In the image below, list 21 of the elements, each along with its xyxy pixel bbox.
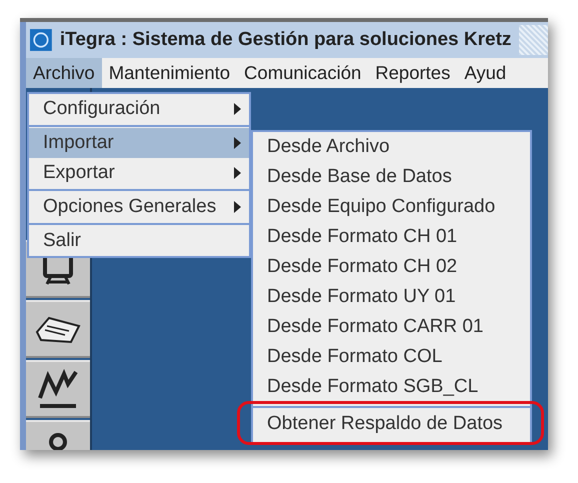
menu-item[interactable]: Desde Formato CARR 01 <box>253 312 530 342</box>
menu-item[interactable]: Desde Base de Datos <box>253 162 530 192</box>
menu[interactable]: Ayud <box>457 58 514 88</box>
menu-item[interactable]: Desde Formato CH 02 <box>253 252 530 282</box>
window-title: iTegra : Sistema de Gestión para soluciones Kretz <box>60 29 512 51</box>
menu-item[interactable]: Desde Archivo <box>253 132 530 162</box>
menu-item[interactable]: Configuración <box>29 94 249 124</box>
menu-item[interactable]: Exportar <box>29 158 249 188</box>
menu-item[interactable]: Desde Formato UY 01 <box>253 282 530 312</box>
menu-item[interactable]: Desde Formato CH 01 <box>253 222 530 252</box>
menu-item[interactable]: Salir <box>29 226 249 256</box>
menu-item[interactable]: Opciones Generales <box>29 192 249 222</box>
menu[interactable]: Reportes <box>368 58 458 88</box>
menu[interactable]: Comunicación <box>237 58 368 88</box>
menu-item[interactable]: Obtener Respaldo de Datos <box>253 409 530 439</box>
menu-item[interactable]: Desde Formato COL <box>253 342 530 372</box>
menu-item[interactable]: Importar <box>29 128 249 158</box>
menu[interactable]: Mantenimiento <box>102 58 238 88</box>
menu-item[interactable]: Desde Formato SGB_CL <box>253 372 530 402</box>
menu-item[interactable]: Desde Equipo Configurado <box>253 192 530 222</box>
menu[interactable]: Archivo <box>26 58 102 88</box>
